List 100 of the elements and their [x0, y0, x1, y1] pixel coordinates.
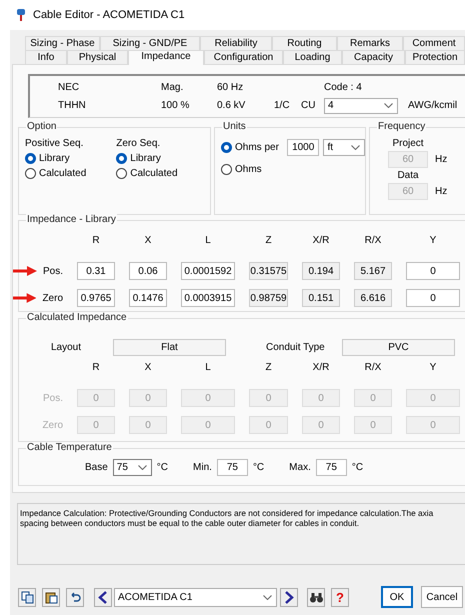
unit-dropdown[interactable]: ft [323, 139, 365, 156]
sequence-label: Zero Seq. [116, 138, 162, 149]
previous-icon[interactable] [94, 588, 112, 606]
window-title: Cable Editor - ACOMETIDA C1 [33, 9, 185, 21]
tab[interactable]: Comment [403, 36, 465, 50]
caret-icon [138, 465, 147, 470]
row-label: Zero [42, 420, 63, 430]
group-title: Option [26, 121, 58, 132]
radio-button[interactable]: Library [116, 153, 178, 164]
radio-button[interactable]: Library [25, 153, 86, 164]
size-unit: AWG/kcmil [408, 100, 458, 112]
column-header: Z [264, 362, 273, 375]
value-field[interactable]: 0 [406, 289, 460, 307]
sequence-label: Positive Seq. [25, 138, 84, 149]
max-label: Max. [289, 462, 311, 473]
tab[interactable]: Sizing - Phase [25, 36, 100, 50]
magnitude-value: 100 % [161, 100, 190, 112]
conductor-count: 1/C [274, 100, 291, 112]
record-dropdown[interactable]: ACOMETIDA C1 [114, 588, 277, 606]
insulation-label: THHN [58, 100, 87, 112]
row-label: Pos. [42, 266, 63, 276]
column-header: R/X [364, 362, 382, 375]
column-header: R [91, 235, 101, 248]
value-field: 0.194 [302, 262, 340, 280]
conduit-label: Conduit Type [266, 342, 326, 353]
magnitude-label: Mag. [161, 82, 184, 93]
dialog-button[interactable]: Cancel [421, 586, 463, 608]
column-header: L [204, 235, 212, 248]
value-field[interactable]: 0 [406, 262, 460, 280]
tab[interactable]: Physical [67, 50, 128, 64]
tab[interactable]: Routing [272, 36, 337, 50]
group-title: Units [222, 121, 247, 132]
value-field: 0 [181, 389, 235, 407]
min-field[interactable]: 75 [216, 459, 248, 476]
unit-label: Hz [435, 186, 448, 197]
caret-icon [263, 594, 272, 600]
tab[interactable]: Loading [283, 50, 342, 64]
tab[interactable]: Capacity [342, 50, 405, 64]
group-title: Calculated Impedance [26, 312, 128, 323]
layout-button[interactable]: Flat [113, 339, 226, 356]
frequency-label: Project [391, 138, 425, 149]
paste-icon[interactable] [42, 588, 60, 606]
value-field: 0 [129, 389, 167, 407]
value-field: 5.167 [354, 262, 392, 280]
column-header: X/R [312, 362, 330, 375]
row-label: Zero [42, 292, 63, 304]
value-field: 0.31575 [249, 262, 288, 280]
tab[interactable]: Protection [405, 50, 465, 64]
tab[interactable]: Reliability [200, 36, 272, 50]
radio-button[interactable]: Calculated [116, 168, 178, 179]
value-field[interactable]: 0.9765 [77, 289, 115, 307]
material-label: CU [301, 100, 316, 112]
radio-button[interactable]: Calculated [25, 168, 86, 179]
cable-icon [16, 8, 26, 22]
base-label: Base [85, 462, 108, 473]
help-button[interactable]: ? [331, 588, 349, 606]
dialog-button[interactable]: OK [381, 586, 413, 608]
radio-button[interactable]: Ohms per [221, 142, 279, 153]
max-field[interactable]: 75 [316, 459, 347, 476]
column-header: R/X [364, 235, 382, 248]
value-field: 0 [406, 416, 460, 434]
note-text: Impedance Calculation: Protective/Grounding Conductors are not considered for impedance calculation.The axia spacing between conductors must be equal to the cable outer diameter for cables in conduit. [17, 503, 465, 565]
value-field[interactable]: 0.0003915 [181, 289, 235, 307]
value-field: 0 [302, 416, 340, 434]
value-field: 0 [77, 389, 115, 407]
base-dropdown[interactable]: 75 [112, 459, 152, 476]
value-field: 0 [77, 416, 115, 434]
value-field: 0 [181, 416, 235, 434]
value-field: 0 [354, 416, 392, 434]
group-title: Impedance - Library [26, 214, 117, 225]
column-header: Z [264, 235, 273, 248]
tab[interactable]: Impedance [128, 50, 204, 65]
copy-icon[interactable] [18, 588, 36, 606]
group-title: Cable Temperature [26, 442, 113, 453]
code-label: Code : 4 [324, 82, 363, 93]
value-field[interactable]: 0.1476 [129, 289, 167, 307]
value-field[interactable]: 0.31 [77, 262, 115, 280]
tab[interactable]: Remarks [337, 36, 403, 50]
tab[interactable]: Sizing - GND/PE [100, 36, 200, 50]
column-header: R [91, 362, 101, 375]
value-field[interactable]: 0.06 [129, 262, 167, 280]
layout-label: Layout [51, 342, 82, 353]
frequency-label: Data [396, 170, 420, 181]
value-field[interactable]: 0.0001592 [181, 262, 235, 280]
value-field: 6.616 [354, 289, 392, 307]
value-field: 0 [354, 389, 392, 407]
value-field: 0.98759 [249, 289, 288, 307]
undo-icon[interactable] [66, 588, 84, 606]
value-field: 0 [406, 389, 460, 407]
next-icon[interactable] [280, 588, 298, 606]
conduit-button[interactable]: PVC [342, 339, 455, 356]
voltage-value: 0.6 kV [217, 100, 246, 112]
size-dropdown[interactable]: 4 [324, 98, 398, 114]
min-label: Min. [193, 462, 212, 473]
binoculars-icon[interactable] [307, 588, 325, 606]
tab[interactable]: Configuration [204, 50, 283, 64]
length-field[interactable]: 1000 [286, 139, 320, 156]
tab[interactable]: Info [25, 50, 67, 64]
group-title: Frequency [377, 121, 426, 132]
radio-button[interactable]: Ohms [221, 164, 365, 175]
